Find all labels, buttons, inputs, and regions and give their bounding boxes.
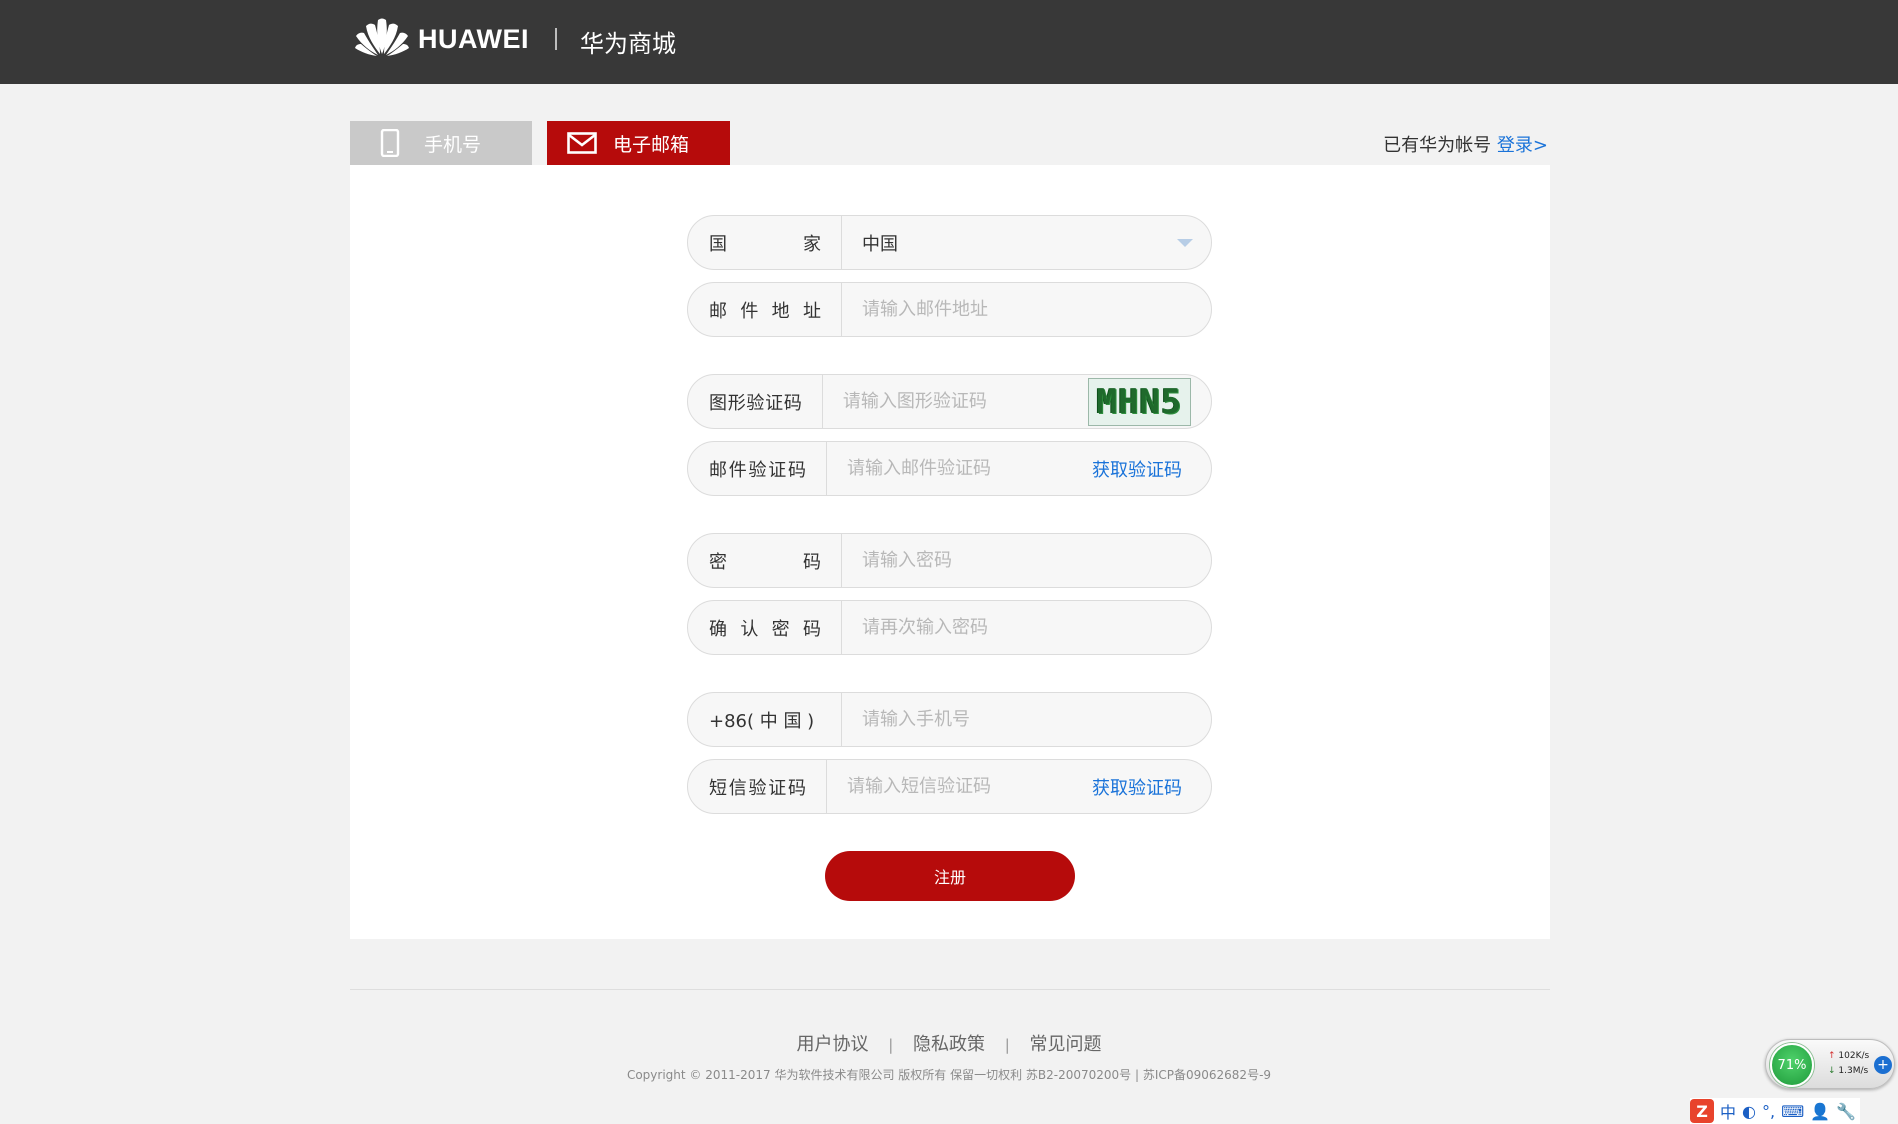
- email-code-input[interactable]: [827, 442, 1092, 495]
- expand-plus-icon[interactable]: +: [1874, 1056, 1892, 1074]
- label-char: 件: [740, 300, 759, 322]
- top-header: HUAWEI 华为商城: [0, 0, 1898, 84]
- phone-row: +86( 中 国 ): [687, 692, 1212, 747]
- login-hint-text: 已有华为帐号: [1383, 135, 1492, 156]
- email-code-row: 邮 件 验 证 码 获取验证码: [687, 441, 1212, 496]
- sms-code-label: 短 信 验 证 码: [688, 760, 827, 813]
- label-char: 验: [748, 777, 767, 799]
- label-char: 地: [771, 300, 790, 322]
- label-char: 邮: [709, 300, 727, 322]
- login-hint: 已有华为帐号 登录>: [1383, 131, 1548, 157]
- network-usage-gauge: 71%: [1770, 1043, 1814, 1087]
- ime-toolbar: Z 中 ◐ °, ⌨ 👤 🔧: [1690, 1098, 1860, 1124]
- label-char: 码: [788, 459, 806, 481]
- confirm-password-input[interactable]: [842, 601, 1211, 654]
- upload-arrow-icon: ↑: [1828, 1051, 1836, 1061]
- ime-logo-icon[interactable]: Z: [1690, 1099, 1714, 1123]
- label-char: 家: [803, 233, 821, 255]
- label-char: 码: [783, 392, 802, 414]
- label-char: 验: [746, 392, 765, 414]
- chevron-down-icon[interactable]: [1177, 238, 1193, 247]
- label-char: 认: [740, 618, 759, 640]
- copyright-text: Copyright © 2011-2017 华为软件技术有限公司 版权所有 保留…: [626, 1068, 1272, 1082]
- country-value[interactable]: 中国: [842, 216, 1177, 269]
- label-char: 密: [771, 618, 790, 640]
- tab-email[interactable]: 电子邮箱: [547, 121, 730, 165]
- country-select[interactable]: 国 家 中国: [687, 215, 1212, 270]
- upload-speed: ↑ 102K/s: [1828, 1051, 1869, 1061]
- password-row: 密 码: [687, 533, 1212, 588]
- label-char: 邮: [709, 459, 727, 481]
- header-divider: [555, 28, 557, 50]
- label-char: 件: [728, 459, 747, 481]
- huawei-logo-icon[interactable]: [354, 14, 410, 56]
- label-char: 验: [748, 459, 767, 481]
- label-char: 证: [768, 459, 787, 481]
- ime-keyboard-icon[interactable]: ⌨: [1781, 1102, 1804, 1121]
- user-agreement-link[interactable]: 用户协议: [796, 1034, 868, 1055]
- label-char: 码: [788, 777, 806, 799]
- privacy-policy-link[interactable]: 隐私政策: [913, 1034, 985, 1055]
- login-link[interactable]: 登录>: [1497, 135, 1548, 156]
- captcha-image[interactable]: MHN5: [1087, 377, 1191, 426]
- download-speed-value: 1.3M/s: [1838, 1066, 1869, 1076]
- country-label: 国 家: [688, 216, 842, 269]
- ime-user-icon[interactable]: 👤: [1810, 1102, 1830, 1121]
- network-monitor-widget[interactable]: 71% ↑ 102K/s ↓ 1.3M/s +: [1765, 1039, 1895, 1089]
- footer-separator: |: [1004, 1036, 1010, 1054]
- label-char: 证: [768, 777, 787, 799]
- label-char: 信: [728, 777, 747, 799]
- download-arrow-icon: ↓: [1828, 1066, 1836, 1076]
- faq-link[interactable]: 常见问题: [1030, 1034, 1102, 1055]
- phone-country-code[interactable]: +86( 中 国 ): [688, 693, 842, 746]
- tab-email-label: 电子邮箱: [613, 133, 690, 156]
- label-char: 形: [727, 392, 746, 414]
- label-char: 密: [709, 551, 727, 573]
- footer-links: 用户协议 | 隐私政策 | 常见问题: [0, 1030, 1898, 1056]
- tab-phone[interactable]: 手机号: [350, 121, 532, 165]
- sms-code-input[interactable]: [827, 760, 1092, 813]
- get-email-code-button[interactable]: 获取验证码: [1092, 456, 1182, 482]
- mall-title[interactable]: 华为商城: [580, 24, 676, 59]
- label-char: 短: [709, 777, 727, 799]
- brand-name: HUAWEI: [418, 24, 529, 54]
- ime-language-toggle[interactable]: 中: [1720, 1099, 1736, 1123]
- ime-settings-icon[interactable]: 🔧: [1836, 1102, 1856, 1121]
- email-label: 邮 件 地 址: [688, 283, 842, 336]
- label-char: 证: [765, 392, 784, 414]
- captcha-input[interactable]: [822, 375, 1088, 428]
- password-input[interactable]: [842, 534, 1211, 587]
- sms-code-row: 短 信 验 证 码 获取验证码: [687, 759, 1212, 814]
- phone-icon: [380, 129, 400, 157]
- confirm-password-row: 确 认 密 码: [687, 600, 1212, 655]
- ime-punctuation-icon[interactable]: °,: [1762, 1102, 1775, 1121]
- label-char: 图: [709, 392, 727, 414]
- email-row: 邮 件 地 址: [687, 282, 1212, 337]
- upload-speed-value: 102K/s: [1838, 1051, 1870, 1061]
- email-code-label: 邮 件 验 证 码: [688, 442, 827, 495]
- footer-divider: [350, 989, 1550, 990]
- register-button[interactable]: 注册: [825, 851, 1075, 901]
- label-char: 码: [802, 618, 821, 640]
- mail-icon: [567, 132, 597, 154]
- email-input[interactable]: [842, 283, 1211, 336]
- label-char: 址: [802, 300, 821, 322]
- label-char: 国: [709, 233, 727, 255]
- download-speed: ↓ 1.3M/s: [1828, 1066, 1868, 1076]
- phone-input[interactable]: [842, 693, 1211, 746]
- ime-halfwidth-icon[interactable]: ◐: [1742, 1102, 1756, 1121]
- label-char: 码: [803, 551, 821, 573]
- get-sms-code-button[interactable]: 获取验证码: [1092, 774, 1182, 800]
- captcha-label: 图 形 验 证 码: [688, 375, 823, 428]
- footer-separator: |: [888, 1036, 894, 1054]
- tab-phone-label: 手机号: [424, 133, 482, 156]
- confirm-password-label: 确 认 密 码: [688, 601, 842, 654]
- captcha-row: 图 形 验 证 码 MHN5: [687, 374, 1212, 429]
- password-label: 密 码: [688, 534, 842, 587]
- label-char: 确: [709, 618, 727, 640]
